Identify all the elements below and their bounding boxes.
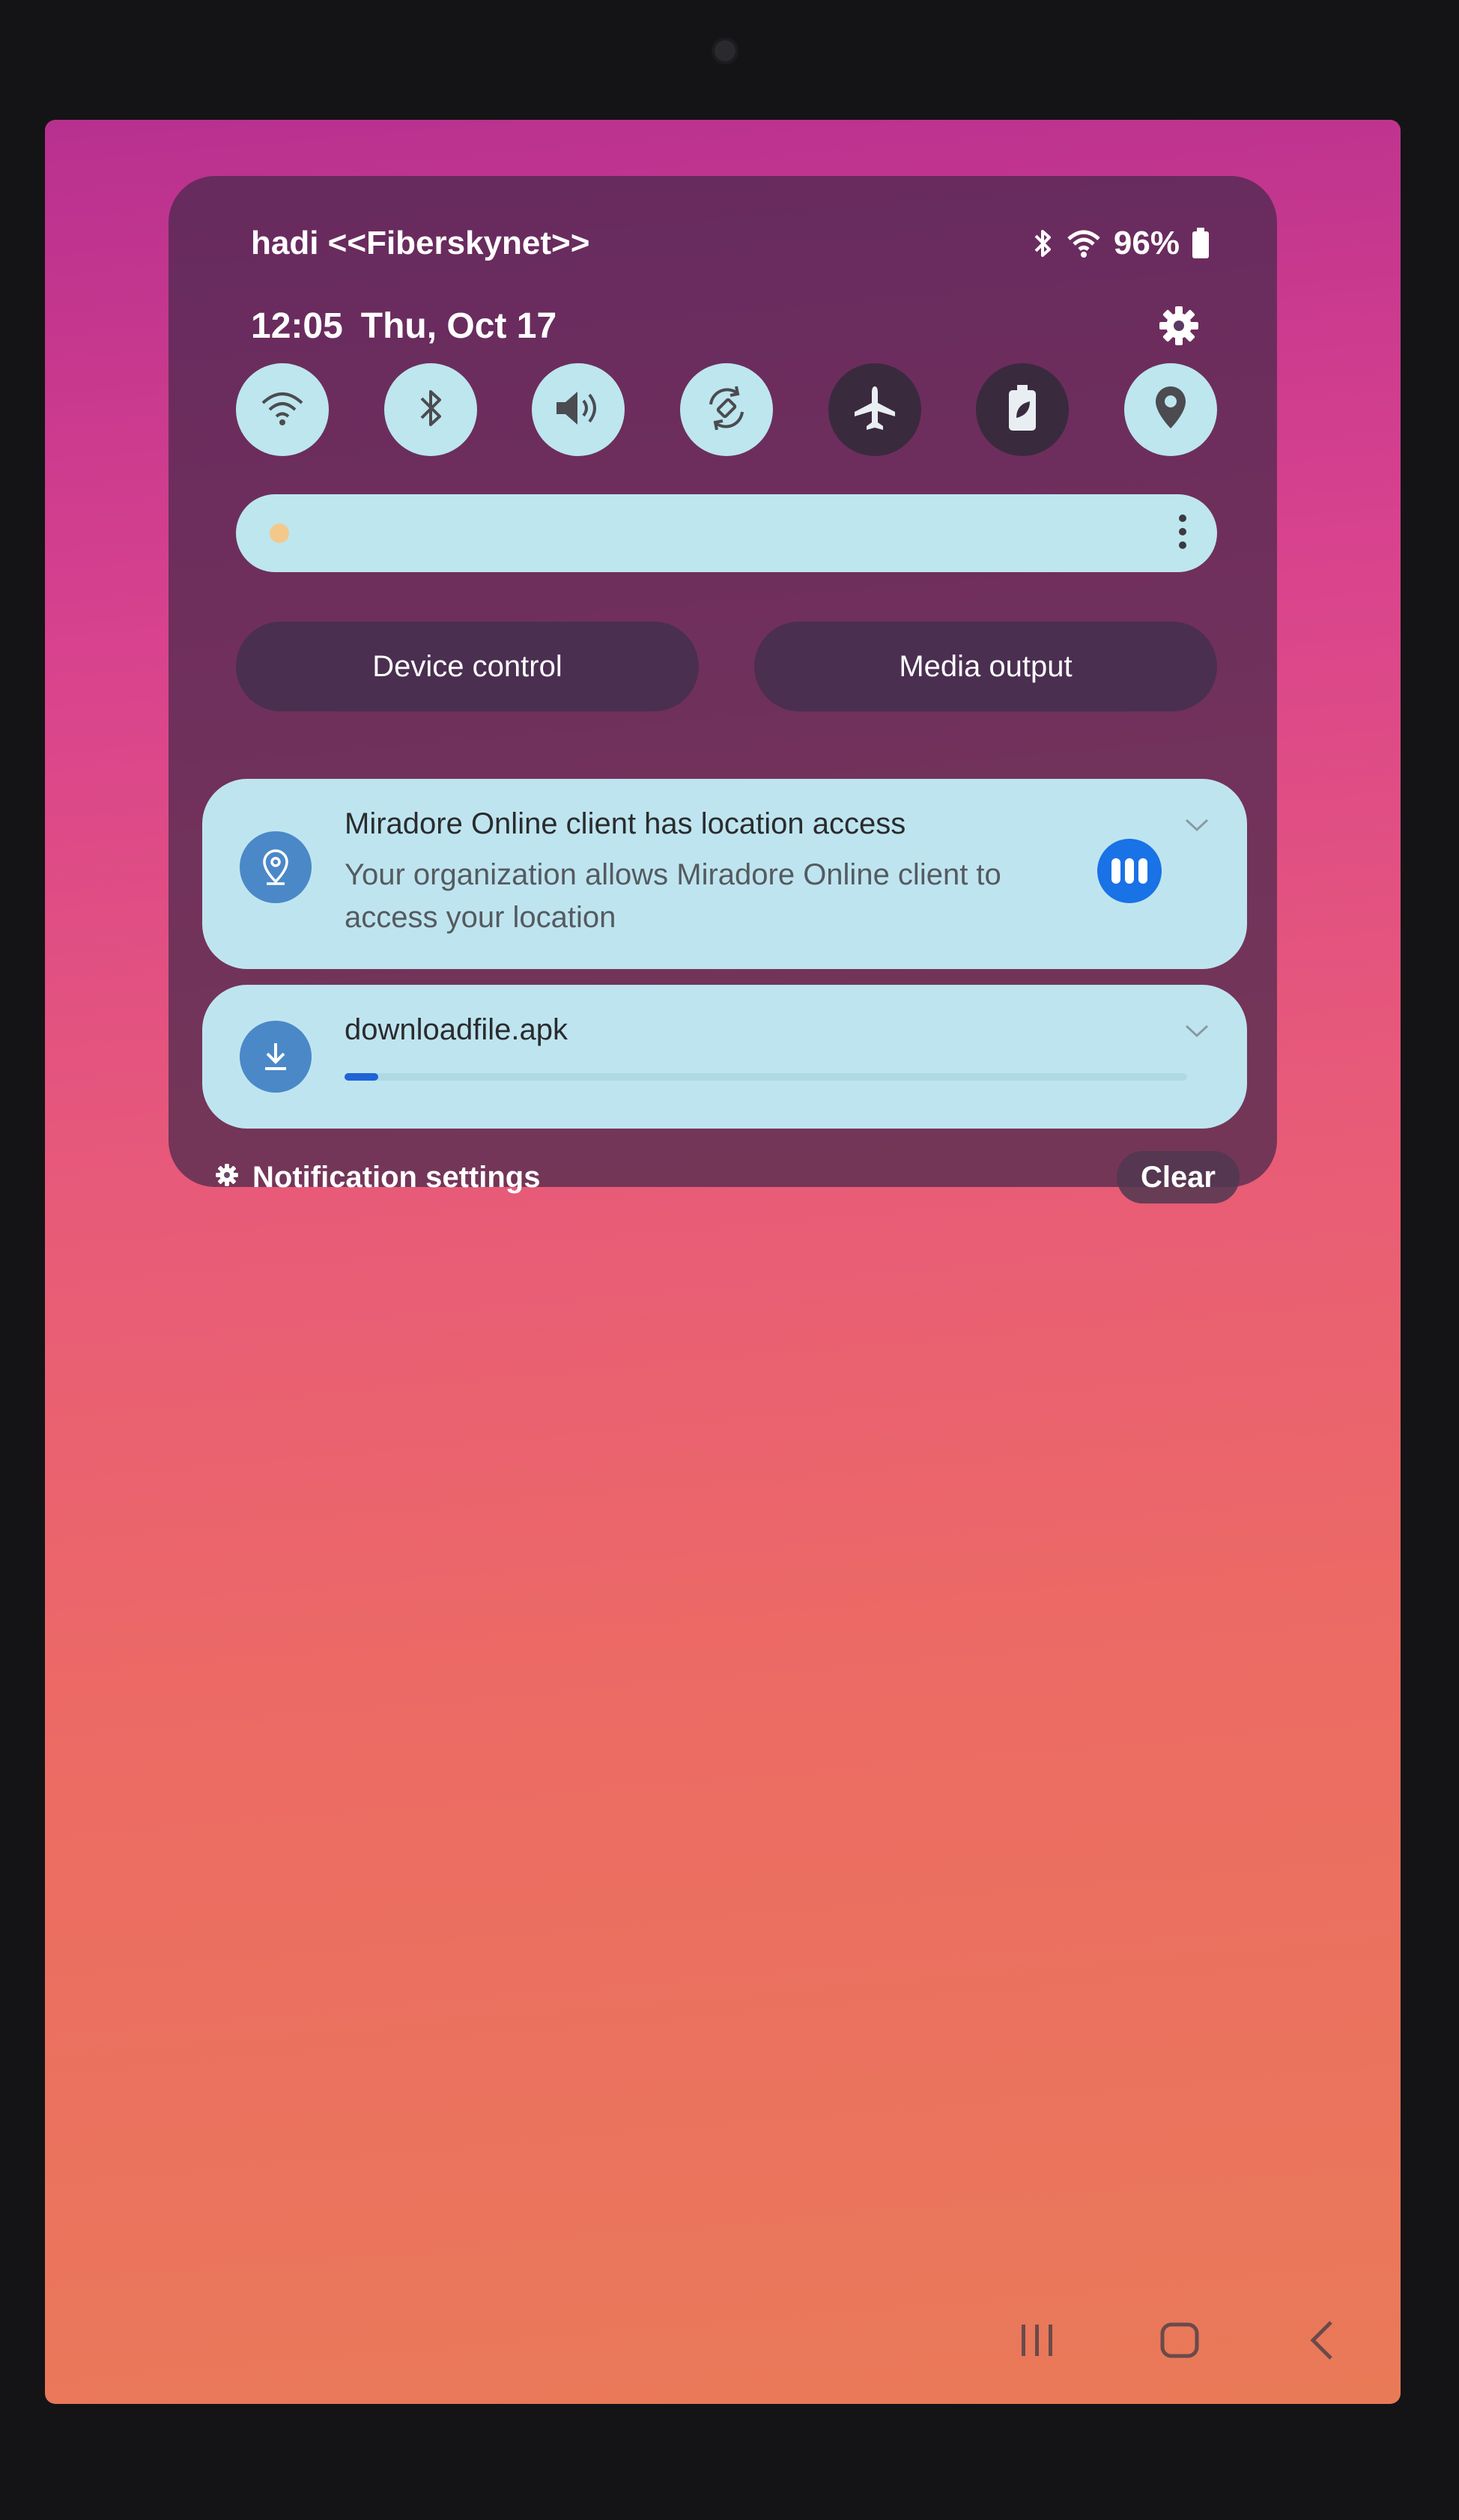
airplane-icon xyxy=(850,383,900,437)
battery-percent: 96% xyxy=(1113,225,1180,261)
gear-icon[interactable] xyxy=(1156,303,1202,349)
carrier-label: hadi <<Fiberskynet>> xyxy=(251,225,590,261)
toggle-power-saving[interactable] xyxy=(976,363,1070,456)
front-camera xyxy=(712,37,738,64)
battery-icon xyxy=(1192,228,1210,259)
toggle-airplane-mode[interactable] xyxy=(828,363,921,456)
quick-toggles xyxy=(236,363,1217,461)
recents-icon[interactable] xyxy=(1004,2307,1071,2374)
toggle-auto-rotate[interactable] xyxy=(679,363,773,456)
quick-buttons: Device control Media output xyxy=(236,622,1217,711)
notification-body: Your organization allows Miradore Online… xyxy=(345,858,1001,934)
toggle-location[interactable] xyxy=(1123,363,1217,456)
screen: hadi <<Fiberskynet>> 96% 12:05 Thu, Oct … xyxy=(45,120,1401,2404)
chevron-down-icon[interactable] xyxy=(1184,1024,1210,1042)
gear-icon xyxy=(215,1161,239,1194)
speaker-icon xyxy=(552,386,604,434)
media-output-button[interactable]: Media output xyxy=(754,622,1217,711)
download-progress-bar xyxy=(345,1073,1187,1081)
home-icon[interactable] xyxy=(1146,2307,1213,2374)
datetime: 12:05 Thu, Oct 17 xyxy=(251,306,556,347)
toggle-wifi[interactable] xyxy=(236,363,329,456)
app-menu-icon[interactable] xyxy=(1097,839,1162,903)
bluetooth-icon xyxy=(1031,227,1054,260)
rotate-icon xyxy=(702,383,751,437)
notification-settings-link[interactable]: Notification settings xyxy=(215,1161,540,1194)
device-control-button[interactable]: Device control xyxy=(236,622,699,711)
wifi-icon xyxy=(1066,228,1102,258)
bluetooth-icon xyxy=(416,385,446,435)
sun-icon xyxy=(270,523,289,543)
notification-title: Miradore Online client has location acce… xyxy=(345,807,906,840)
more-vertical-icon[interactable] xyxy=(1178,514,1187,553)
location-pin-icon xyxy=(1151,383,1190,437)
navigation-bar xyxy=(1004,2307,1356,2374)
notification-download[interactable]: downloadfile.apk xyxy=(202,985,1247,1129)
notification-settings-label: Notification settings xyxy=(252,1160,541,1194)
download-icon xyxy=(240,1021,312,1093)
download-progress-fill xyxy=(345,1073,378,1081)
status-icons: 96% xyxy=(1031,225,1210,262)
device-bezel: hadi <<Fiberskynet>> 96% 12:05 Thu, Oct … xyxy=(0,0,1459,2520)
quick-settings-panel: hadi <<Fiberskynet>> 96% 12:05 Thu, Oct … xyxy=(169,176,1277,1203)
datetime-row: 12:05 Thu, Oct 17 xyxy=(251,300,1202,352)
toggle-bluetooth[interactable] xyxy=(383,363,477,456)
clock-date: Thu, Oct 17 xyxy=(360,306,557,346)
notification-location-access[interactable]: Miradore Online client has location acce… xyxy=(202,779,1247,969)
brightness-slider[interactable] xyxy=(236,494,1217,572)
notification-title: downloadfile.apk xyxy=(345,1013,568,1046)
wifi-icon xyxy=(260,389,305,431)
toggle-sound[interactable] xyxy=(532,363,625,456)
clock-time: 12:05 xyxy=(251,306,343,346)
chevron-down-icon[interactable] xyxy=(1184,818,1210,837)
back-icon[interactable] xyxy=(1288,2307,1356,2374)
notification-footer: Notification settings Clear xyxy=(215,1151,1240,1203)
clear-button[interactable]: Clear xyxy=(1116,1151,1240,1203)
status-bar: hadi <<Fiberskynet>> 96% xyxy=(251,217,1210,270)
battery-saver-icon xyxy=(1006,383,1039,437)
location-pin-icon xyxy=(240,831,312,903)
